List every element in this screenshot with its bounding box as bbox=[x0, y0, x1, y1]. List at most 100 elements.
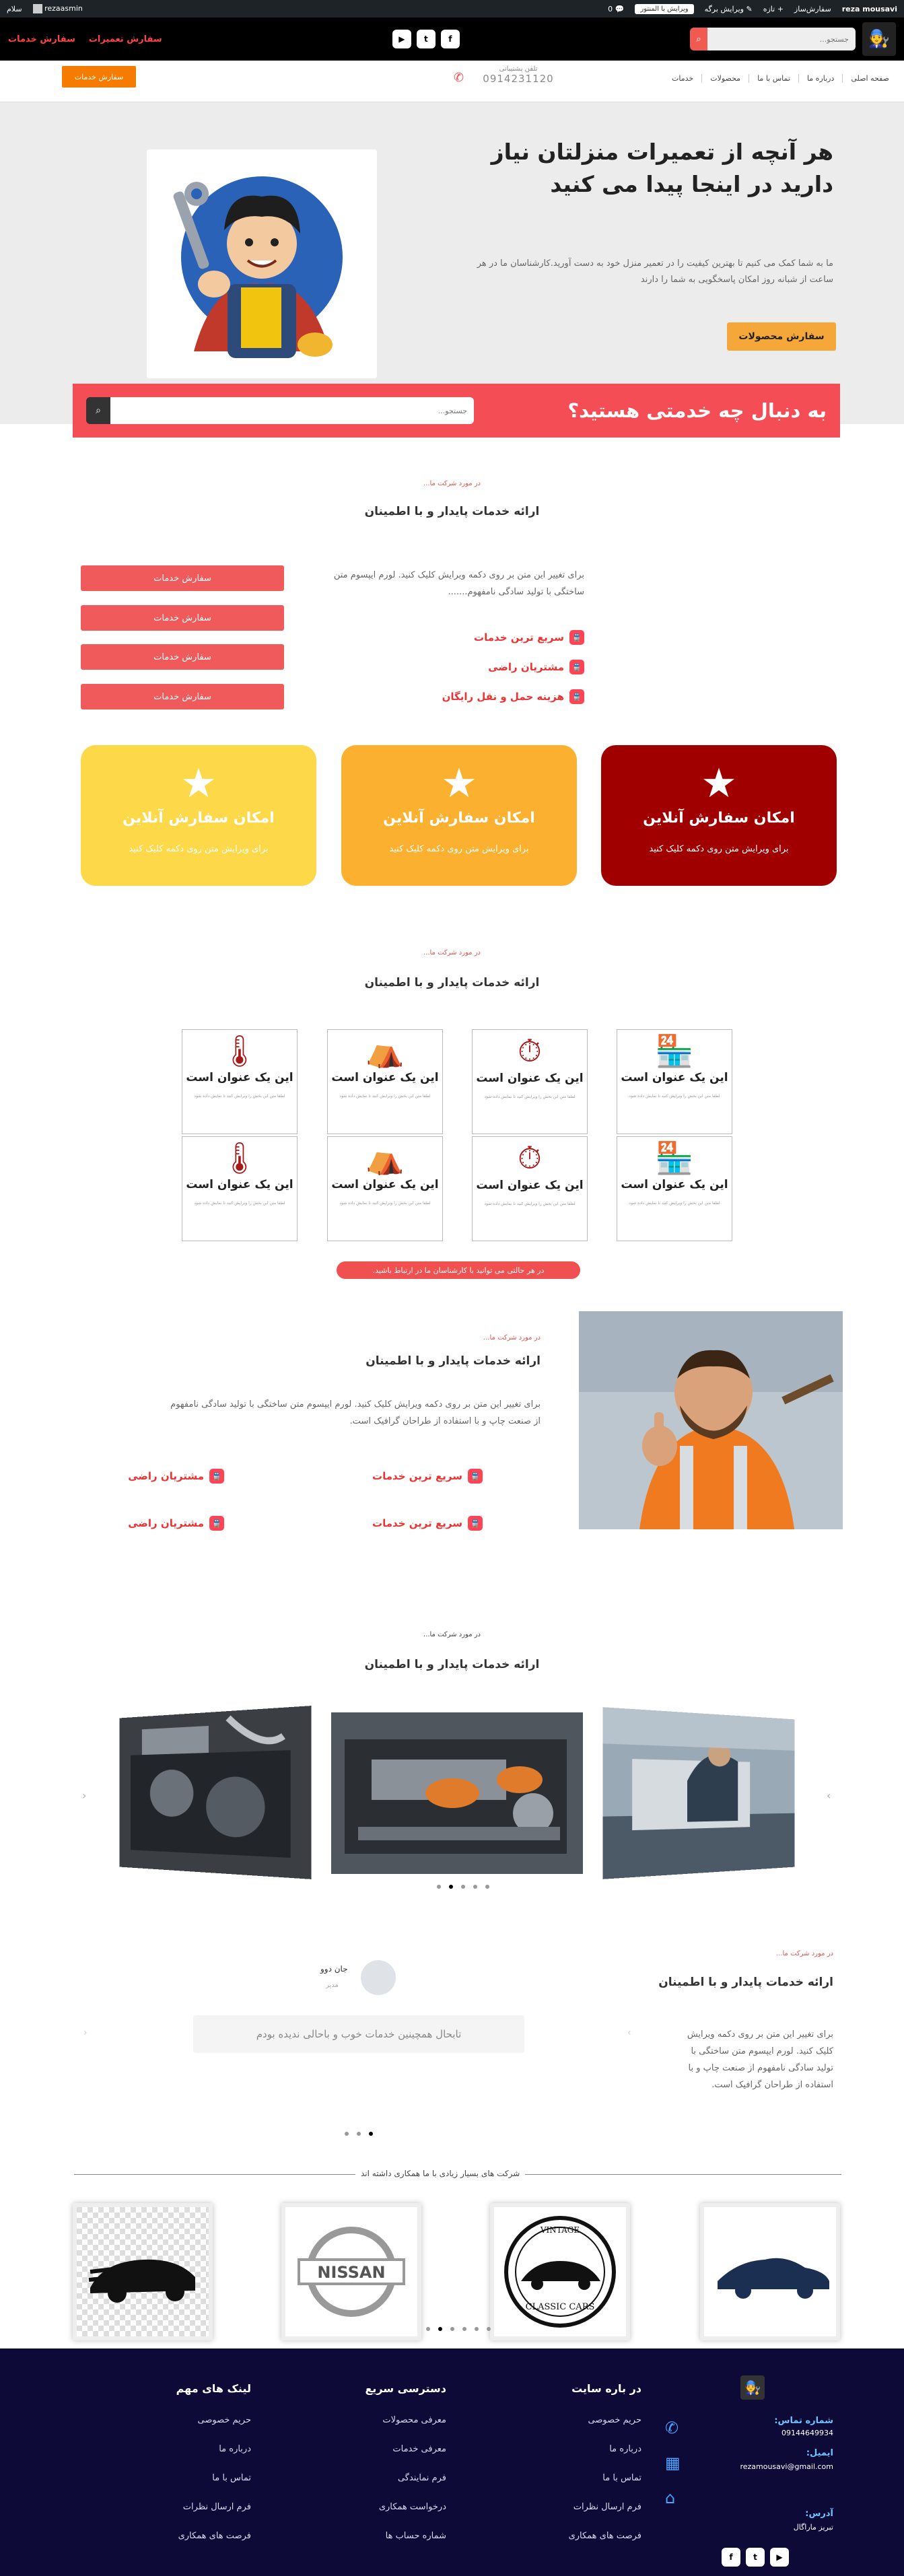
chevron-right-icon[interactable]: › bbox=[827, 1789, 831, 1802]
footer-link[interactable]: فرم ارسال نظرات bbox=[569, 2502, 641, 2512]
nav-item-about[interactable]: درباره ما bbox=[798, 74, 842, 83]
hero-order-products-button[interactable]: سفارش محصولات bbox=[727, 322, 836, 351]
section5-kicker: در مورد شرکت ما... bbox=[775, 1950, 833, 1957]
footer-link[interactable]: درباره ما bbox=[176, 2444, 251, 2454]
nav-item-products[interactable]: محصولات bbox=[701, 74, 749, 83]
carousel-dot[interactable] bbox=[461, 1885, 465, 1889]
tile-subtitle: لطفا متن این بخش را ویرایش کنید تا نمایش… bbox=[629, 1201, 720, 1206]
service-tile[interactable]: 🌡 این یک عنوان است لطفا متن این بخش را ویر… bbox=[182, 1029, 298, 1134]
service-tile[interactable]: ⏱ این یک عنوان است لطفا متن این بخش را ویر… bbox=[472, 1029, 588, 1134]
feature-card-online-order-2[interactable]: ★ امکان سفارش آنلاین برای ویرایش متن روی… bbox=[341, 745, 577, 886]
order-services-button-2[interactable]: سفارش خدمات bbox=[81, 605, 284, 631]
nav-item-services[interactable]: خدمات bbox=[664, 74, 701, 83]
admin-elementor-button[interactable]: ویرایش با المنتور bbox=[635, 3, 694, 14]
footer-link[interactable]: معرفی خدمات bbox=[365, 2444, 446, 2454]
service-tile[interactable]: 🌡 این یک عنوان است لطفا متن این بخش را ویر… bbox=[182, 1136, 298, 1241]
brand-logo-car-silhouette[interactable] bbox=[700, 2203, 840, 2340]
brand-logo-vintage-classic-cars[interactable]: VINTAGE CLASSIC CARS bbox=[490, 2203, 630, 2340]
footer-link[interactable]: تماس با ما bbox=[569, 2473, 641, 2483]
carousel-dot[interactable] bbox=[345, 2132, 349, 2136]
admin-comments[interactable]: 💬 0 bbox=[608, 5, 624, 13]
footer-link[interactable]: فرم ارسال نظرات bbox=[176, 2502, 251, 2512]
footer-logo[interactable]: 🧑‍🔧 bbox=[740, 2375, 765, 2400]
contact-experts-pill[interactable]: در هر حالتی می توانید با کارشناسان ما در… bbox=[337, 1261, 580, 1279]
carousel-dot[interactable] bbox=[369, 2132, 373, 2136]
chevron-left-icon[interactable]: ‹ bbox=[82, 1789, 86, 1802]
brand-logo-checker-car[interactable] bbox=[73, 2203, 213, 2340]
header-search-input[interactable] bbox=[707, 28, 856, 50]
facebook-icon[interactable]: f bbox=[440, 30, 460, 48]
banner-search-input[interactable] bbox=[110, 397, 474, 424]
carousel-dot[interactable] bbox=[473, 1885, 477, 1889]
footer-link[interactable]: حریم خصوصی bbox=[569, 2415, 641, 2425]
footer-link[interactable]: درخواست همکاری bbox=[365, 2502, 446, 2512]
footer-link[interactable]: فرم نمایندگی bbox=[365, 2473, 446, 2483]
order-services-link[interactable]: سفارش خدمات bbox=[8, 34, 75, 44]
order-repairs-link[interactable]: سفارش تعمیرات bbox=[89, 34, 162, 44]
footer-phone-value[interactable]: 09144649934 bbox=[774, 2429, 833, 2437]
carousel-slide-mechanic-hands[interactable] bbox=[331, 1712, 583, 1874]
footer-link[interactable]: فرصت های همکاری bbox=[569, 2531, 641, 2541]
nav-menu: صفحه اصلی درباره ما تماس با ما محصولات خ… bbox=[664, 74, 897, 83]
search-icon[interactable]: ⌕ bbox=[690, 28, 707, 50]
tile-subtitle: لطفا متن این بخش را ویرایش کنید تا نمایش… bbox=[339, 1201, 431, 1206]
carousel-dot[interactable] bbox=[437, 1885, 441, 1889]
youtube-icon[interactable]: ▶ bbox=[392, 30, 411, 48]
feature-card-online-order-1[interactable]: ★ امکان سفارش آنلاین برای ویرایش متن روی… bbox=[601, 745, 837, 886]
site-logo[interactable]: 🧑‍🔧 bbox=[862, 22, 896, 56]
admin-site-name[interactable]: سفارش‌ساز bbox=[794, 5, 831, 13]
section4-kicker: در مورد شرکت ما... bbox=[423, 1631, 481, 1638]
carousel-dot[interactable] bbox=[487, 2327, 491, 2331]
thermometer-icon: 🌡 bbox=[219, 1140, 260, 1176]
footer-link[interactable]: معرفی محصولات bbox=[365, 2415, 446, 2425]
admin-new-link[interactable]: + تازه bbox=[763, 5, 784, 13]
carousel-dot[interactable] bbox=[475, 2327, 479, 2331]
footer-link[interactable]: شماره حساب ها bbox=[365, 2531, 446, 2541]
carousel-dot[interactable] bbox=[462, 2327, 466, 2331]
carousel-dot[interactable] bbox=[438, 2327, 442, 2331]
admin-edit-page[interactable]: ✎ ویرایش برگه bbox=[705, 5, 753, 13]
nav-item-home[interactable]: صفحه اصلی bbox=[842, 74, 897, 83]
feature-card-online-order-3[interactable]: ★ امکان سفارش آنلاین برای ویرایش متن روی… bbox=[81, 745, 316, 886]
admin-account[interactable]: rezaasmin bbox=[32, 4, 83, 13]
nav-order-services-button[interactable]: سفارش خدمات bbox=[62, 66, 136, 88]
order-services-button-3[interactable]: سفارش خدمات bbox=[81, 644, 284, 670]
nav-item-contact[interactable]: تماس با ما bbox=[749, 74, 798, 83]
tile-title: این یک عنوان است bbox=[621, 1178, 728, 1191]
carousel-dot[interactable] bbox=[450, 2327, 454, 2331]
chevron-left-icon[interactable]: ‹ bbox=[83, 2027, 88, 2038]
twitter-icon[interactable]: t bbox=[746, 2548, 765, 2567]
carousel-slide-engine[interactable] bbox=[119, 1706, 312, 1879]
store-icon: ⛺ bbox=[366, 1140, 405, 1176]
service-tile[interactable]: 🏪 این یک عنوان است لطفا متن این بخش را ویر… bbox=[617, 1136, 732, 1241]
fax-icon: ▦ bbox=[665, 2453, 681, 2472]
carousel-dot[interactable] bbox=[357, 2132, 361, 2136]
carousel-dot[interactable] bbox=[449, 1885, 453, 1889]
service-tile[interactable]: ⛺ این یک عنوان است لطفا متن این بخش را ویر… bbox=[327, 1029, 443, 1134]
service-tile[interactable]: ⏱ این یک عنوان است لطفا متن این بخش را ویر… bbox=[472, 1136, 588, 1241]
order-services-button-1[interactable]: سفارش خدمات bbox=[81, 565, 284, 591]
twitter-icon[interactable]: t bbox=[416, 30, 436, 48]
chevron-right-icon[interactable]: › bbox=[627, 2027, 631, 2038]
brand-logo-nissan[interactable]: NISSAN bbox=[281, 2203, 421, 2340]
service-tile[interactable]: ⛺ این یک عنوان است لطفا متن این بخش را ویر… bbox=[327, 1136, 443, 1241]
facebook-icon[interactable]: f bbox=[722, 2548, 740, 2567]
tile-title: این یک عنوان است bbox=[186, 1178, 293, 1191]
support-phone-number[interactable]: 0914231120 bbox=[471, 73, 565, 85]
section3-kicker: در مورد شرکت ما... bbox=[483, 1334, 541, 1342]
service-tile[interactable]: 🏪 این یک عنوان است لطفا متن این بخش را ویر… bbox=[617, 1029, 732, 1134]
footer-link[interactable]: تماس با ما bbox=[176, 2473, 251, 2483]
footer-email-value[interactable]: rezamousavi@gmail.com bbox=[740, 2462, 833, 2471]
youtube-icon[interactable]: ▶ bbox=[770, 2548, 789, 2567]
carousel-slide-car-repair[interactable] bbox=[602, 1707, 795, 1879]
search-icon[interactable]: ⌕ bbox=[86, 397, 110, 424]
carousel-dot[interactable] bbox=[485, 1885, 489, 1889]
footer-contact-address: آدرس: تبریز ماراگال bbox=[794, 2509, 833, 2532]
footer-link[interactable]: درباره ما bbox=[569, 2444, 641, 2454]
admin-user[interactable]: reza mousavi bbox=[842, 5, 897, 13]
footer-link[interactable]: فرصت های همکاری bbox=[176, 2531, 251, 2541]
carousel-dot[interactable] bbox=[426, 2327, 430, 2331]
order-services-button-4[interactable]: سفارش خدمات bbox=[81, 684, 284, 709]
footer-address-label: آدرس: bbox=[805, 2509, 833, 2519]
footer-link[interactable]: حریم خصوصی bbox=[176, 2415, 251, 2425]
